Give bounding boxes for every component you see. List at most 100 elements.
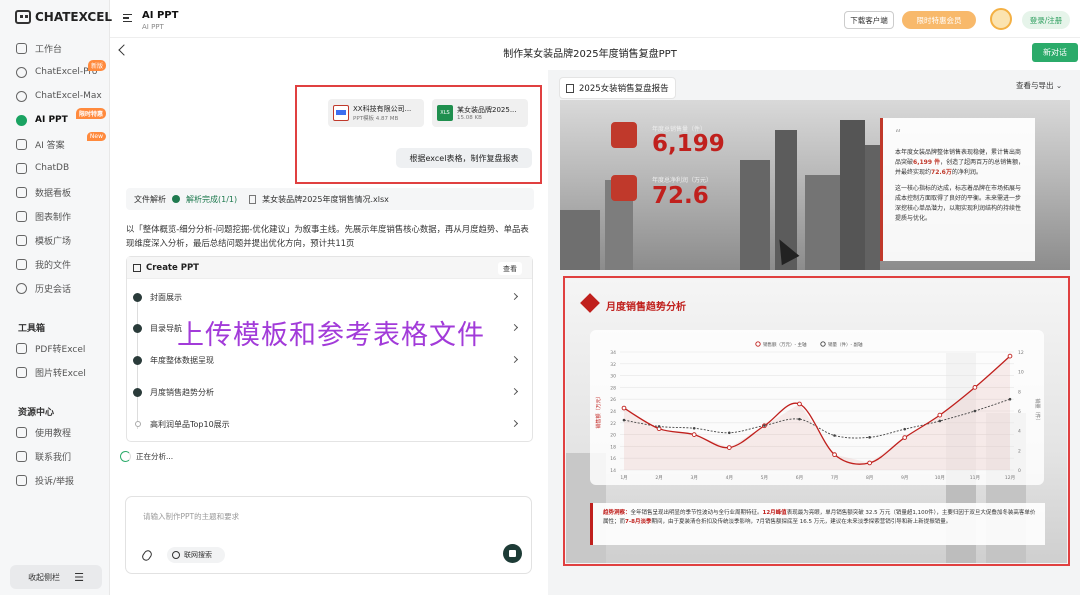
sidebar-item-chart-maker[interactable]: 图表制作	[0, 204, 110, 228]
sidebar-item-ai-ppt[interactable]: AI PPT 限时特惠	[0, 108, 110, 132]
sidebar-item-label: AI 答案	[35, 140, 65, 151]
sidebar-item-label: ChatExcel-Max	[35, 91, 102, 101]
overlay-caption: 上传模板和参考表格文件	[177, 320, 485, 351]
chart-icon	[16, 210, 27, 222]
quote-mark-icon: “	[895, 127, 902, 141]
sidebar-nav: 工作台 ChatExcel-Pro 新版 ChatExcel-Max AI PPT…	[0, 36, 110, 300]
ppt-icon	[16, 114, 27, 126]
book-icon	[16, 426, 27, 438]
summary-highlight: 6,199 件	[913, 159, 941, 166]
new-version-badge: 新版	[87, 60, 106, 71]
step-label: 月度销售趋势分析	[150, 387, 214, 397]
pdf-icon	[16, 342, 27, 354]
sidebar-item-label: 我的文件	[35, 260, 72, 271]
download-client-button[interactable]: 下载客户端	[844, 11, 894, 29]
login-register-button[interactable]: 登录/注册	[1022, 11, 1070, 29]
hexagon-icon	[16, 90, 27, 102]
report-title-tag[interactable]: 2025女装销售复盘报告	[559, 77, 676, 99]
step-item[interactable]: 封面展示	[133, 287, 525, 307]
sidebar-item-label: 数据看板	[35, 188, 72, 199]
sidebar-item-chatexcel-max[interactable]: ChatExcel-Max	[0, 84, 110, 108]
step-label: 高利润单品Top10展示	[150, 419, 230, 429]
web-search-toggle[interactable]: 联网搜索	[167, 547, 225, 563]
view-button[interactable]: 查看	[498, 262, 522, 275]
sidebar-item-workbench[interactable]: 工作台	[0, 36, 110, 60]
step-item[interactable]: 高利润单品Top10展示	[133, 414, 525, 434]
loading-spinner-icon	[120, 451, 131, 462]
sidebar-item-label: 投诉/举报	[35, 476, 75, 487]
trend-chart-icon	[611, 175, 637, 201]
avatar[interactable]	[990, 8, 1012, 30]
sidebar-item-contact[interactable]: 联系我们	[0, 444, 110, 468]
stat-value-net-profit: 72.6	[652, 183, 709, 209]
database-icon	[16, 162, 27, 174]
sidebar-item-dashboard[interactable]: 数据看板	[0, 180, 110, 204]
view-export-dropdown[interactable]: 查看与导出 ⌄	[1016, 80, 1062, 91]
sidebar-item-report[interactable]: 投诉/举报	[0, 468, 110, 492]
menu-icon[interactable]	[123, 14, 132, 22]
step-label: 封面展示	[150, 292, 182, 302]
flag-icon	[16, 474, 27, 486]
analyzing-label: 正在分析...	[136, 452, 174, 461]
step-item[interactable]: 月度销售趋势分析	[133, 382, 525, 402]
sidebar-item-ai-answer[interactable]: AI 答案 New	[0, 132, 110, 156]
image-icon	[16, 366, 27, 378]
sidebar-item-history[interactable]: 历史会话	[0, 276, 110, 300]
summary-text-card: “ 本年度女装品牌整体销售表现稳健，累计售出商品突破6,199 件，创造了超两百…	[880, 118, 1035, 261]
summary-paragraph: 本年度女装品牌整体销售表现稳健，累计售出商品突破6,199 件，创造了超两百万的…	[895, 148, 1025, 178]
summary-text: 的净利润。	[951, 169, 982, 176]
brand-logo[interactable]: CHATEXCEL	[15, 10, 112, 24]
step-check-icon	[133, 387, 142, 397]
check-circle-icon	[172, 195, 180, 203]
step-label: 年度整体数据呈现	[150, 355, 214, 365]
file-parse-row: 文件解析 解析完成(1/1) 某女装品牌2025年度销售情况.xlsx	[126, 188, 534, 210]
page-title: 制作某女装品牌2025年度销售复盘PPT	[503, 49, 677, 60]
sidebar-item-chatdb[interactable]: ChatDB	[0, 156, 110, 180]
report-title: 2025女装销售复盘报告	[579, 84, 669, 94]
send-stop-button[interactable]	[503, 544, 522, 563]
menu-lines-icon: ☰	[74, 570, 84, 584]
app-subtitle: AI PPT	[142, 23, 164, 31]
new-badge: New	[86, 132, 106, 141]
collapse-label: 收起侧栏	[28, 572, 61, 582]
sidebar-item-label: 模板广场	[35, 236, 72, 247]
sidebar-item-my-files[interactable]: 我的文件	[0, 252, 110, 276]
new-chat-button[interactable]: 新对话	[1032, 43, 1078, 62]
sidebar-item-image-to-excel[interactable]: 图片转Excel	[0, 360, 110, 384]
sidebar-item-templates[interactable]: 模板广场	[0, 228, 110, 252]
step-item[interactable]: 年度整体数据呈现	[133, 350, 525, 370]
promo-badge: 限时特惠	[75, 108, 106, 119]
answer-icon	[16, 138, 27, 150]
collapse-sidebar-button[interactable]: 收起侧栏 ☰	[10, 565, 102, 589]
highlight-frame-upload	[295, 85, 542, 184]
brand-name: CHATEXCEL	[35, 10, 113, 24]
building-shape	[840, 120, 865, 270]
sidebar-item-label: 工作台	[35, 44, 63, 55]
robot-logo-icon	[15, 10, 31, 24]
chevron-right-icon	[510, 387, 519, 396]
prompt-input-placeholder[interactable]: 请输入制作PPT的主题和要求	[143, 511, 239, 522]
building-shape	[805, 175, 840, 270]
parsed-file-name[interactable]: 某女装品牌2025年度销售情况.xlsx	[262, 194, 389, 205]
resources-nav: 使用教程 联系我们 投诉/举报	[0, 420, 110, 492]
sidebar-item-chatexcel-pro[interactable]: ChatExcel-Pro 新版	[0, 60, 110, 84]
parse-label: 文件解析	[134, 194, 166, 204]
document-icon	[249, 194, 257, 204]
sidebar-item-tutorial[interactable]: 使用教程	[0, 420, 110, 444]
step-check-icon	[133, 292, 142, 302]
step-check-icon	[133, 355, 142, 365]
web-search-label: 联网搜索	[184, 551, 212, 559]
sidebar-item-pdf-to-excel[interactable]: PDF转Excel	[0, 336, 110, 360]
step-pending-icon	[134, 421, 141, 427]
resources-section-title: 资源中心	[18, 408, 55, 418]
back-arrow-icon[interactable]	[118, 44, 130, 56]
tshirt-icon	[611, 122, 637, 148]
chevron-right-icon	[510, 419, 519, 428]
hexagon-icon	[16, 66, 27, 78]
template-icon	[16, 234, 27, 246]
chevron-right-icon	[510, 292, 519, 301]
parse-status: 解析完成(1/1)	[186, 194, 238, 204]
sidebar-item-label: AI PPT	[35, 115, 68, 125]
vip-membership-button[interactable]: 限时特惠会员	[902, 11, 976, 29]
create-ppt-title: Create PPT	[146, 262, 199, 273]
